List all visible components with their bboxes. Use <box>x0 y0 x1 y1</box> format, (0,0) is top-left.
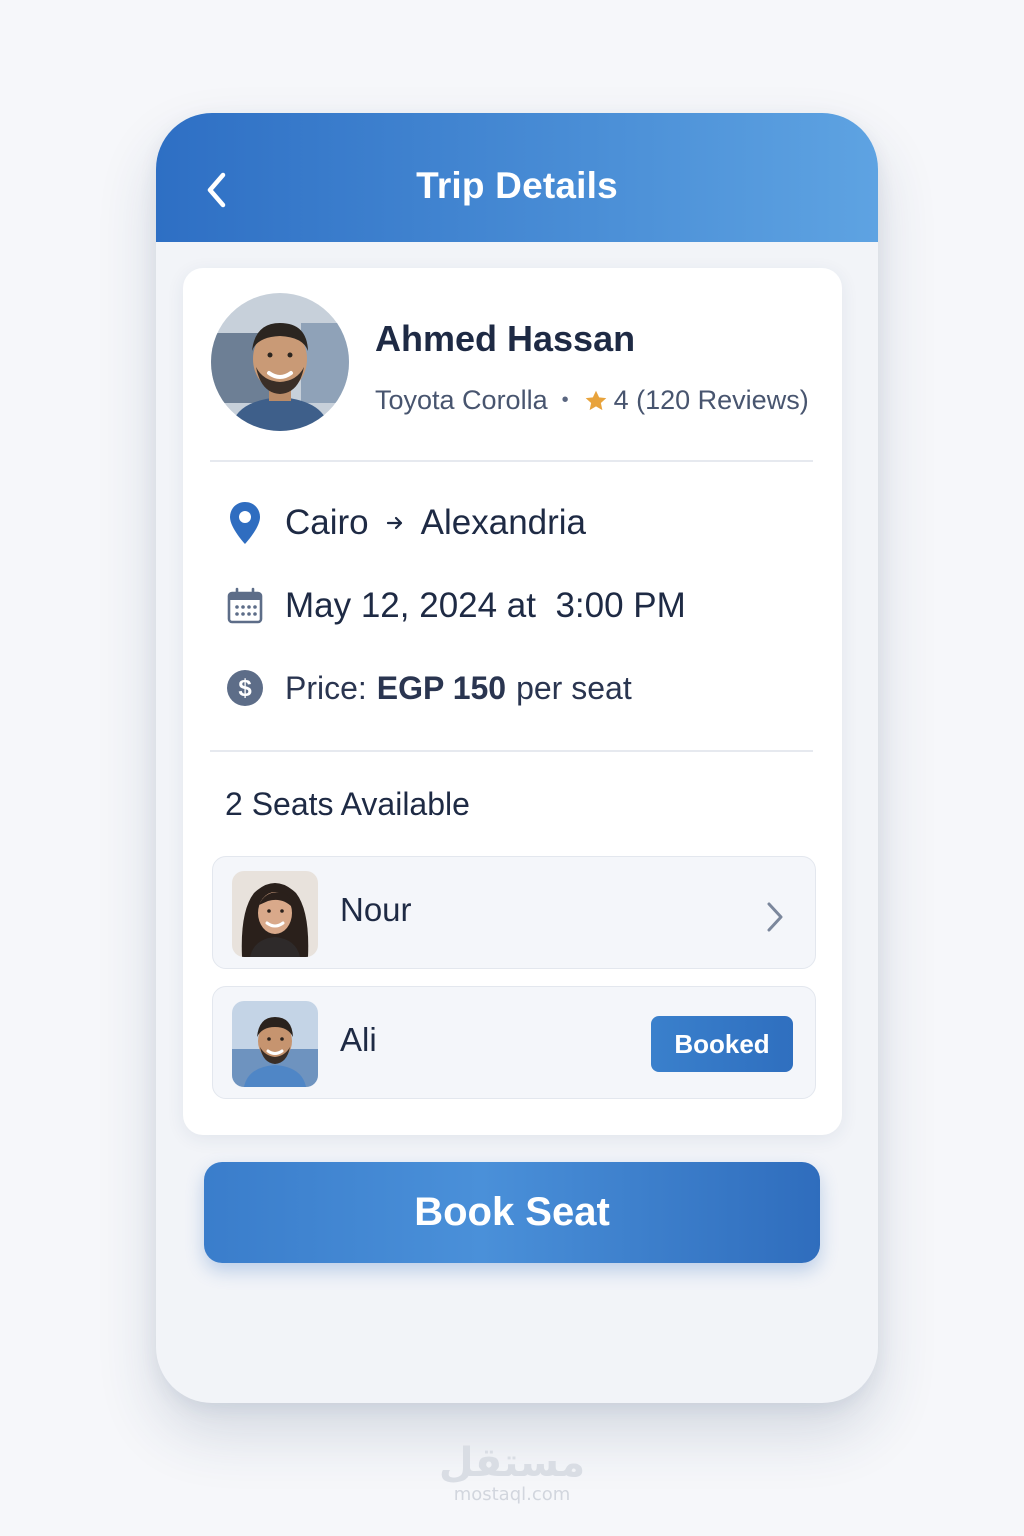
passenger-name: Ali <box>340 1021 377 1058</box>
passenger-row-ali[interactable]: Ali Booked <box>212 986 816 1099</box>
destination-city: Alexandria <box>420 503 587 542</box>
passenger-avatar <box>232 871 318 957</box>
dollar-icon: $ <box>223 668 267 708</box>
price-unit: per seat <box>516 669 632 706</box>
book-seat-button[interactable]: Book Seat <box>204 1162 820 1263</box>
car-model: Toyota Corolla <box>375 385 548 415</box>
passenger-avatar <box>232 1001 318 1087</box>
trip-date-time: May 12, 2024 at 3:00 PM <box>285 586 686 625</box>
date-row: May 12, 2024 at 3:00 PM <box>223 586 686 626</box>
app-header: Trip Details <box>156 113 878 242</box>
meta-separator: • <box>561 389 569 411</box>
page-title: Trip Details <box>416 165 618 206</box>
booked-badge: Booked <box>651 1016 793 1072</box>
screen: Trip Details Ahmed Hassan Toyota Corolla… <box>0 0 1024 1536</box>
watermark-url: mostaql.com <box>453 1484 571 1505</box>
phone-frame: Trip Details Ahmed Hassan Toyota Corolla… <box>156 113 878 1403</box>
divider <box>210 750 813 752</box>
arrow-right-icon <box>385 513 405 533</box>
price-row: $ Price: EGP 150 per seat <box>223 668 632 708</box>
svg-text:$: $ <box>238 675 252 702</box>
origin-city: Cairo <box>285 503 369 542</box>
calendar-icon <box>223 587 267 625</box>
driver-meta: Toyota Corolla • 4 (120 Reviews) <box>375 385 809 416</box>
divider <box>210 460 813 462</box>
trip-card: Ahmed Hassan Toyota Corolla • 4 (120 Rev… <box>183 268 842 1135</box>
star-icon <box>583 388 609 414</box>
route-row: Cairo Alexandria <box>223 500 586 546</box>
driver-name: Ahmed Hassan <box>375 318 636 359</box>
passenger-row-nour[interactable]: Nour <box>212 856 816 969</box>
location-pin-icon <box>223 500 267 546</box>
watermark-logo: مستقل <box>438 1440 586 1486</box>
chevron-right-icon[interactable] <box>765 901 785 938</box>
rating-text: 4 (120 Reviews) <box>613 385 809 415</box>
price-label: Price: <box>285 669 367 706</box>
driver-avatar[interactable] <box>211 293 349 431</box>
seats-available: 2 Seats Available <box>225 786 470 822</box>
price-value: EGP 150 <box>376 669 507 706</box>
passenger-name: Nour <box>340 891 412 928</box>
